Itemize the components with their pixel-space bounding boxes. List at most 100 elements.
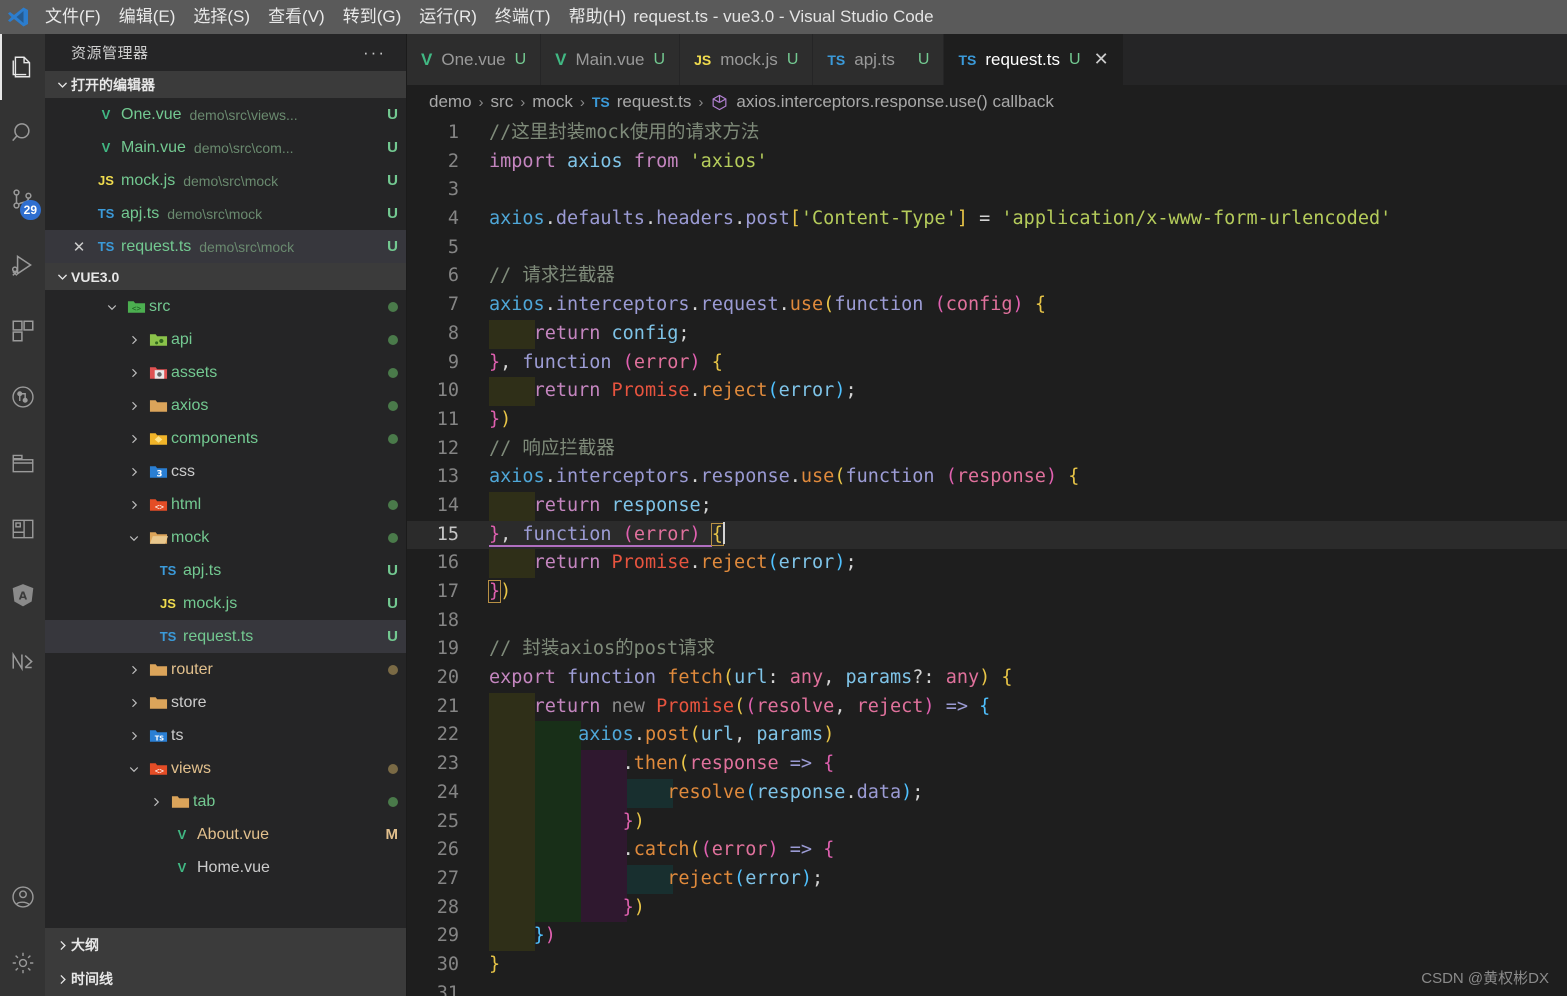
- breadcrumb-symbol[interactable]: axios.interceptors.response.use() callba…: [736, 92, 1053, 112]
- tree-item-router[interactable]: router: [45, 653, 406, 686]
- menu-selection[interactable]: 选择(S): [184, 0, 259, 34]
- code-editor[interactable]: 1 //这里封装mock使用的请求方法 2 import axios from …: [407, 119, 1567, 996]
- code-line[interactable]: 27 reject(error);: [407, 864, 1567, 894]
- tab-one-vue[interactable]: V One.vue U: [407, 34, 542, 85]
- nx-console-icon[interactable]: [0, 628, 45, 694]
- close-icon[interactable]: ✕: [67, 238, 91, 256]
- code-line[interactable]: 13 axios.interceptors.response.use(funct…: [407, 463, 1567, 492]
- chevron-right-icon[interactable]: [123, 433, 145, 445]
- code-line[interactable]: 29 }): [407, 922, 1567, 951]
- code-line[interactable]: 24 resolve(response.data);: [407, 778, 1567, 808]
- open-editor-item-request-ts[interactable]: ✕ TS request.ts demo\src\mock U: [45, 230, 406, 263]
- menu-file[interactable]: 文件(F): [36, 0, 110, 34]
- menu-edit[interactable]: 编辑(E): [110, 0, 185, 34]
- section-timeline[interactable]: 时间线: [45, 962, 406, 996]
- angular-icon[interactable]: A: [0, 562, 45, 628]
- section-outline[interactable]: 大纲: [45, 928, 406, 962]
- tab-mock-js[interactable]: JS mock.js U: [680, 34, 814, 85]
- code-line[interactable]: 14 return response;: [407, 491, 1567, 521]
- menu-terminal[interactable]: 终端(T): [486, 0, 560, 34]
- tree-item-assets[interactable]: assets: [45, 356, 406, 389]
- search-icon[interactable]: [0, 100, 45, 166]
- chevron-right-icon[interactable]: [123, 400, 145, 412]
- tree-item-mock[interactable]: mock: [45, 521, 406, 554]
- source-control-icon[interactable]: 29: [0, 166, 45, 232]
- code-line[interactable]: 12 // 响应拦截器: [407, 435, 1567, 464]
- tree-item-css[interactable]: 3 css: [45, 455, 406, 488]
- tree-item-src[interactable]: <> src: [45, 290, 406, 323]
- chevron-right-icon[interactable]: [123, 367, 145, 379]
- tree-item-components[interactable]: components: [45, 422, 406, 455]
- tree-item-store[interactable]: store: [45, 686, 406, 719]
- chevron-right-icon[interactable]: [123, 664, 145, 676]
- open-editor-item-one-vue[interactable]: V One.vue demo\src\views... U: [45, 98, 406, 131]
- open-editor-item-main-vue[interactable]: V Main.vue demo\src\com... U: [45, 131, 406, 164]
- breadcrumb-mock[interactable]: mock: [532, 92, 573, 112]
- git-graph-icon[interactable]: [0, 364, 45, 430]
- chevron-down-icon[interactable]: [101, 301, 123, 313]
- code-line[interactable]: 21 return new Promise((resolve, reject) …: [407, 692, 1567, 722]
- chevron-right-icon[interactable]: [123, 499, 145, 511]
- menu-view[interactable]: 查看(V): [259, 0, 334, 34]
- browser-preview-icon[interactable]: [0, 430, 45, 496]
- chevron-down-icon[interactable]: [123, 763, 145, 775]
- section-project-root[interactable]: VUE3.0: [45, 263, 406, 290]
- chevron-right-icon[interactable]: [123, 697, 145, 709]
- code-line[interactable]: 6 // 请求拦截器: [407, 262, 1567, 291]
- tab-request-ts[interactable]: TS request.ts U ✕: [944, 34, 1124, 85]
- code-line[interactable]: 3: [407, 176, 1567, 205]
- breadcrumb-request-ts[interactable]: request.ts: [617, 92, 692, 112]
- open-editor-item-mock-js[interactable]: JS mock.js demo\src\mock U: [45, 164, 406, 197]
- code-line[interactable]: 8 return config;: [407, 319, 1567, 349]
- code-line[interactable]: 4 axios.defaults.headers.post['Content-T…: [407, 205, 1567, 234]
- open-editor-item-apj-ts[interactable]: TS apj.ts demo\src\mock U: [45, 197, 406, 230]
- tree-item-ts[interactable]: TS ts: [45, 719, 406, 752]
- account-icon[interactable]: [0, 864, 45, 930]
- more-actions-icon[interactable]: ···: [363, 43, 386, 63]
- code-line[interactable]: 11 }): [407, 406, 1567, 435]
- code-line[interactable]: 1 //这里封装mock使用的请求方法: [407, 119, 1567, 148]
- breadcrumb-demo[interactable]: demo: [429, 92, 472, 112]
- extensions-icon[interactable]: [0, 298, 45, 364]
- menu-help[interactable]: 帮助(H): [560, 0, 636, 34]
- code-line[interactable]: 26 .catch((error) => {: [407, 836, 1567, 865]
- code-line[interactable]: 2 import axios from 'axios': [407, 148, 1567, 177]
- code-line[interactable]: 16 return Promise.reject(error);: [407, 549, 1567, 578]
- tab-apj-ts[interactable]: TS apj.ts U: [813, 34, 945, 85]
- code-line[interactable]: 28 }): [407, 893, 1567, 923]
- tab-main-vue[interactable]: V Main.vue U: [541, 34, 681, 85]
- breadcrumb-src[interactable]: src: [491, 92, 514, 112]
- tree-item-views[interactable]: <> views: [45, 752, 406, 785]
- chevron-right-icon[interactable]: [123, 334, 145, 346]
- code-line[interactable]: 20 export function fetch(url: any, param…: [407, 664, 1567, 693]
- tree-item-api[interactable]: api: [45, 323, 406, 356]
- chevron-right-icon[interactable]: [123, 730, 145, 742]
- tree-item-request-ts[interactable]: TS request.ts U: [45, 620, 406, 653]
- code-line-current[interactable]: 15 }, function (error) {: [407, 520, 1567, 550]
- gear-icon[interactable]: [0, 930, 45, 996]
- close-icon[interactable]: ✕: [1094, 49, 1109, 70]
- tree-item-tab[interactable]: tab: [45, 785, 406, 818]
- code-line[interactable]: 18: [407, 607, 1567, 636]
- section-open-editors[interactable]: 打开的编辑器: [45, 71, 406, 98]
- code-line[interactable]: 10 return Promise.reject(error);: [407, 377, 1567, 406]
- code-line[interactable]: 31: [407, 980, 1567, 996]
- code-line[interactable]: 17 }): [407, 578, 1567, 607]
- code-line[interactable]: 9 }, function (error) {: [407, 349, 1567, 378]
- menu-run[interactable]: 运行(R): [410, 0, 486, 34]
- code-line[interactable]: 25 }): [407, 807, 1567, 837]
- chevron-down-icon[interactable]: [123, 532, 145, 544]
- tree-item-mock-js[interactable]: JS mock.js U: [45, 587, 406, 620]
- code-line[interactable]: 30 }: [407, 951, 1567, 980]
- tree-item-home-vue[interactable]: V Home.vue: [45, 851, 406, 884]
- menu-go[interactable]: 转到(G): [334, 0, 411, 34]
- run-debug-icon[interactable]: [0, 232, 45, 298]
- code-line[interactable]: 7 axios.interceptors.request.use(functio…: [407, 291, 1567, 320]
- code-line[interactable]: 22 axios.post(url, params): [407, 721, 1567, 751]
- explorer-files-icon[interactable]: [0, 34, 45, 100]
- layout-panel-icon[interactable]: [0, 496, 45, 562]
- tree-item-html[interactable]: <> html: [45, 488, 406, 521]
- chevron-right-icon[interactable]: [145, 796, 167, 808]
- tree-item-axios[interactable]: axios: [45, 389, 406, 422]
- tree-item-apj-ts[interactable]: TS apj.ts U: [45, 554, 406, 587]
